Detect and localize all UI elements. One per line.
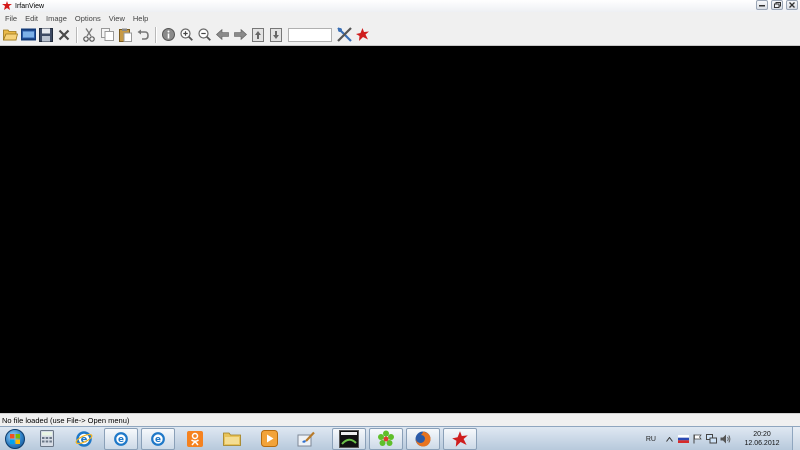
title-bar: IrfanView xyxy=(0,0,800,12)
taskbar-firefox[interactable] xyxy=(406,427,440,450)
russian-flag-icon[interactable] xyxy=(678,434,689,445)
taskbar-internet-explorer-window-2[interactable]: e xyxy=(141,427,175,450)
taskbar-cpu-z[interactable] xyxy=(332,427,366,450)
windows-start-icon xyxy=(5,428,25,449)
toolbar-separator xyxy=(76,26,77,43)
show-hidden-icons-icon[interactable] xyxy=(664,434,675,445)
start-button[interactable] xyxy=(0,427,30,450)
cut-icon[interactable] xyxy=(80,26,98,44)
menu-bar: File Edit Image Options View Help xyxy=(0,12,800,24)
status-text: No file loaded (use File-> Open menu) xyxy=(2,415,130,425)
menu-help[interactable]: Help xyxy=(130,14,151,23)
volume-icon[interactable] xyxy=(720,434,731,445)
restore-button[interactable] xyxy=(771,0,783,10)
show-desktop-button[interactable] xyxy=(792,427,800,450)
copy-icon[interactable] xyxy=(98,26,116,44)
taskbar-icq[interactable] xyxy=(369,427,403,450)
open-folder-icon[interactable] xyxy=(1,26,19,44)
next-file-icon[interactable] xyxy=(267,26,285,44)
clock[interactable]: 20:20 12.06.2012 xyxy=(738,430,786,448)
window-controls xyxy=(756,0,798,12)
close-button[interactable] xyxy=(786,0,798,10)
irfanview-logo-icon[interactable] xyxy=(353,26,371,44)
taskbar-internet-explorer[interactable]: e xyxy=(67,428,101,450)
window-title: IrfanView xyxy=(15,2,45,10)
taskbar-paint-net[interactable] xyxy=(289,428,323,450)
properties-icon[interactable] xyxy=(335,26,353,44)
taskbar: e e e RU 20:20 12.06.2012 xyxy=(0,426,800,450)
clock-date: 12.06.2012 xyxy=(744,440,780,447)
language-indicator[interactable]: RU xyxy=(646,436,656,443)
taskbar-odnoklassniki[interactable] xyxy=(178,428,212,450)
next-arrow-icon[interactable] xyxy=(231,26,249,44)
minimize-button[interactable] xyxy=(756,0,768,10)
undo-icon[interactable] xyxy=(134,26,152,44)
svg-text:e: e xyxy=(118,435,124,445)
taskbar-calculator[interactable] xyxy=(30,428,64,450)
irfanview-app-icon xyxy=(2,1,12,11)
toolbar xyxy=(0,24,800,46)
slideshow-icon[interactable] xyxy=(19,26,37,44)
zoom-in-icon[interactable] xyxy=(177,26,195,44)
menu-view[interactable]: View xyxy=(106,14,128,23)
svg-text:e: e xyxy=(155,435,161,445)
menu-options[interactable]: Options xyxy=(72,14,104,23)
prev-arrow-icon[interactable] xyxy=(213,26,231,44)
taskbar-explorer-folder[interactable] xyxy=(215,428,249,450)
system-tray: RU 20:20 12.06.2012 xyxy=(646,427,800,450)
save-icon[interactable] xyxy=(37,26,55,44)
menu-image[interactable]: Image xyxy=(43,14,70,23)
image-canvas[interactable] xyxy=(0,46,800,413)
clock-time: 20:20 xyxy=(753,431,771,438)
taskbar-internet-explorer-window[interactable]: e xyxy=(104,427,138,450)
toolbar-separator xyxy=(155,26,156,43)
zoom-out-icon[interactable] xyxy=(195,26,213,44)
menu-file[interactable]: File xyxy=(2,14,20,23)
taskbar-media-player[interactable] xyxy=(252,428,286,450)
zoom-value-field[interactable] xyxy=(288,27,332,42)
taskbar-irfanview[interactable] xyxy=(443,427,477,450)
info-icon[interactable] xyxy=(159,26,177,44)
network-icon[interactable] xyxy=(706,434,717,445)
action-center-flag-icon[interactable] xyxy=(692,434,703,445)
prev-file-icon[interactable] xyxy=(249,26,267,44)
delete-icon[interactable] xyxy=(55,26,73,44)
paste-icon[interactable] xyxy=(116,26,134,44)
status-bar: No file loaded (use File-> Open menu) xyxy=(0,413,800,426)
menu-edit[interactable]: Edit xyxy=(22,14,41,23)
